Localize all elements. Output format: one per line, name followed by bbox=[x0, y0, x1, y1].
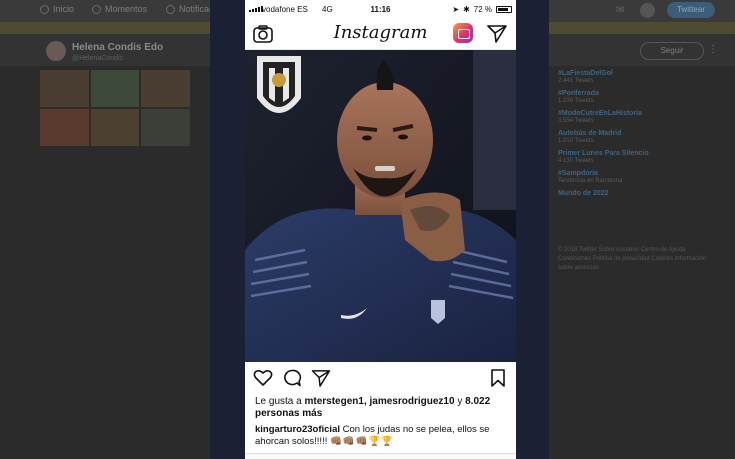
likes-users[interactable]: mterstegen1, jamesrodriguez10 bbox=[304, 396, 454, 407]
app-logo: Instagram bbox=[333, 22, 428, 43]
trend-title: Primer Lunes Para Silencio bbox=[558, 150, 649, 157]
background-nav-moments[interactable]: Momentos bbox=[92, 4, 147, 14]
bookmark-icon[interactable] bbox=[490, 369, 506, 387]
media-thumbnails bbox=[40, 70, 190, 146]
trend-item[interactable]: #Ponferrada 1.236 Tweets bbox=[558, 90, 728, 104]
battery-percent: 72 % bbox=[473, 5, 492, 14]
likes-summary[interactable]: Le gusta a mterstegen1, jamesrodriguez10… bbox=[255, 396, 511, 420]
media-thumb[interactable] bbox=[40, 70, 89, 107]
trend-title: #Ponferrada bbox=[558, 90, 599, 97]
trend-title: #Sampdoria bbox=[558, 170, 599, 177]
trend-item[interactable]: #LaFiestaDelGol 2.441 Tweets bbox=[558, 70, 728, 84]
post-caption: kingarturo23oficial Con los judas no se … bbox=[255, 424, 511, 448]
trends-list: #LaFiestaDelGol 2.441 Tweets #Ponferrada 1… bbox=[558, 70, 728, 203]
trend-item[interactable]: Mundo de 2022 bbox=[558, 190, 728, 197]
trend-count: 1.210 Tweets bbox=[558, 138, 594, 144]
comment-icon[interactable] bbox=[282, 369, 302, 387]
trend-item[interactable]: Autobús de Madrid 1.210 Tweets bbox=[558, 130, 728, 144]
igtv-icon[interactable] bbox=[453, 23, 473, 43]
tweet-button[interactable]: Twittear bbox=[667, 2, 715, 18]
trend-title: Autobús de Madrid bbox=[558, 130, 622, 137]
direct-message-icon[interactable] bbox=[487, 24, 507, 43]
profile-handle: @HelenaCondis bbox=[72, 55, 124, 62]
trend-count: 4.130 Tweets bbox=[558, 158, 594, 164]
share-icon[interactable] bbox=[311, 369, 331, 387]
nav-label: Inicio bbox=[53, 4, 75, 14]
profile-name: Helena Condis Edo bbox=[72, 42, 164, 53]
moments-icon bbox=[92, 4, 101, 14]
trend-item[interactable]: #Sampdoria Tendencia en Barcelona bbox=[558, 170, 728, 184]
home-icon bbox=[40, 4, 49, 14]
nav-label: Momentos bbox=[105, 4, 148, 14]
location-icon: ➤ bbox=[452, 5, 460, 14]
app-header: Instagram bbox=[245, 18, 516, 50]
caption-username[interactable]: kingarturo23oficial bbox=[255, 424, 340, 435]
more-icon[interactable]: ⋮ bbox=[708, 44, 718, 55]
media-thumb[interactable] bbox=[141, 70, 190, 107]
background-footer: © 2018 Twitter Sobre nosotros Centro de … bbox=[558, 247, 707, 271]
instagram-screen: vodafone ES 4G 11:16 ➤ ✱ 72 % Instagram bbox=[245, 0, 516, 459]
tab-bar bbox=[245, 453, 516, 459]
trend-count: 2.441 Tweets bbox=[558, 78, 594, 84]
trend-title: #ModoCutreEnLaHistoria bbox=[558, 110, 643, 117]
media-thumb[interactable] bbox=[90, 109, 140, 146]
post-actions bbox=[245, 366, 516, 392]
status-right: ➤ ✱ 72 % bbox=[452, 5, 512, 14]
media-thumb[interactable] bbox=[40, 109, 89, 146]
media-thumb[interactable] bbox=[141, 109, 190, 146]
trend-title: #LaFiestaDelGol bbox=[558, 70, 613, 77]
envelope-icon[interactable]: ✉ bbox=[616, 5, 624, 16]
trend-count: 3.554 Tweets bbox=[558, 118, 594, 124]
likes-join: y bbox=[454, 396, 466, 407]
likes-prefix: Le gusta a bbox=[255, 396, 305, 407]
avatar[interactable] bbox=[640, 3, 655, 18]
bluetooth-icon: ✱ bbox=[463, 5, 470, 14]
battery-icon bbox=[496, 6, 512, 13]
trend-item[interactable]: #ModoCutreEnLaHistoria 3.554 Tweets bbox=[558, 110, 728, 124]
trend-count: Tendencia en Barcelona bbox=[558, 178, 623, 184]
caption-emojis: 👊🏽👊🏽👊🏽🏆🏆 bbox=[330, 436, 395, 447]
status-bar: vodafone ES 4G 11:16 ➤ ✱ 72 % bbox=[245, 0, 516, 18]
post-photo[interactable] bbox=[245, 50, 516, 362]
bell-icon bbox=[166, 4, 175, 14]
media-thumb[interactable] bbox=[90, 70, 140, 107]
heart-icon[interactable] bbox=[253, 369, 273, 387]
trend-count: 1.236 Tweets bbox=[558, 98, 594, 104]
follow-button[interactable]: Seguir bbox=[640, 42, 704, 60]
trend-item[interactable]: Primer Lunes Para Silencio 4.130 Tweets bbox=[558, 150, 728, 164]
trend-title: Mundo de 2022 bbox=[558, 190, 609, 197]
background-nav-home[interactable]: Inicio bbox=[40, 4, 74, 14]
profile-avatar[interactable] bbox=[46, 41, 66, 61]
